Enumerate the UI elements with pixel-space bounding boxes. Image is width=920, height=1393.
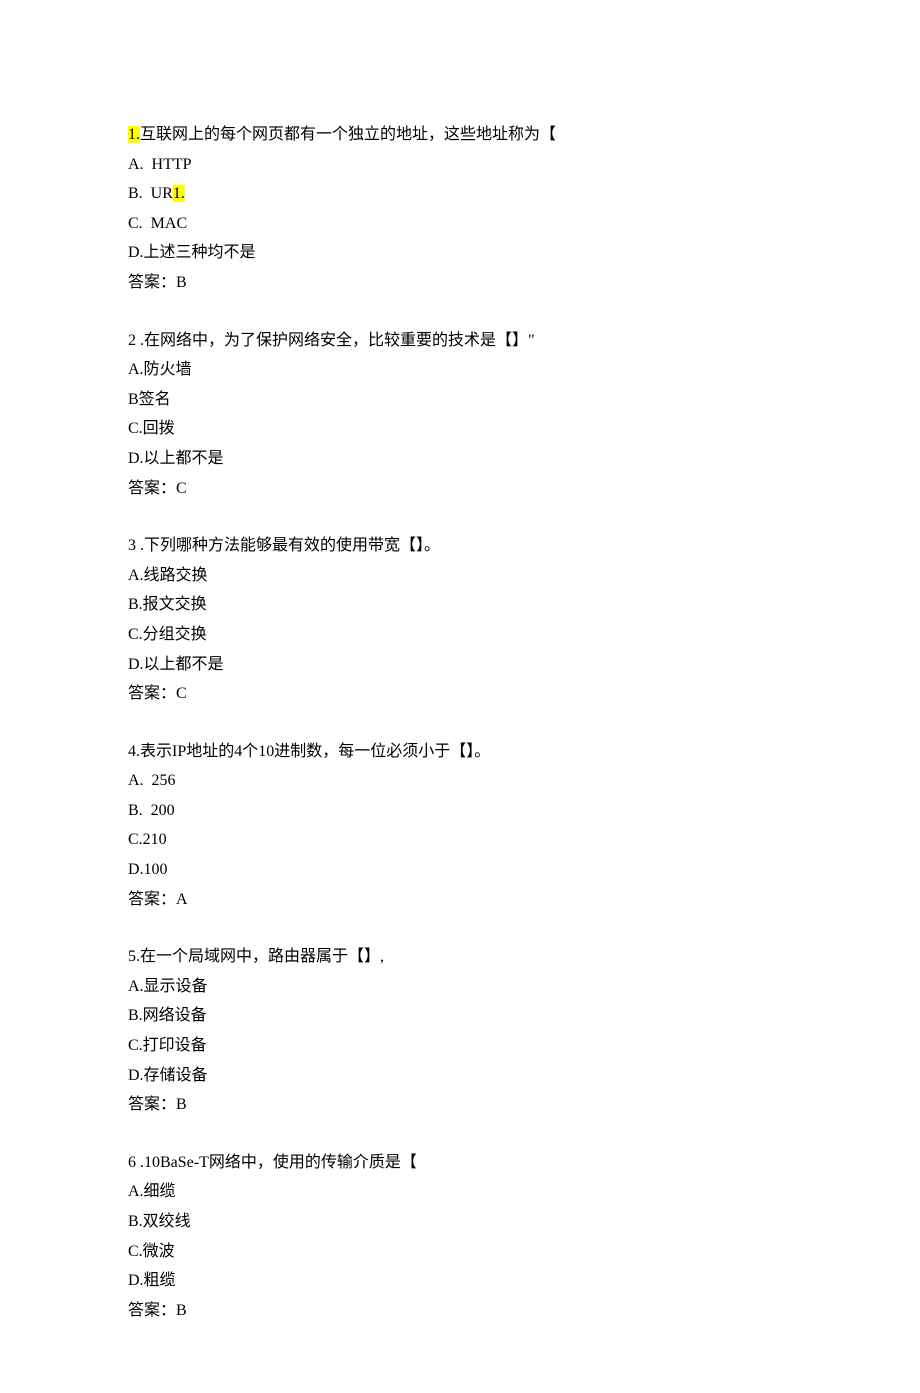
option-text: A.防火墙 xyxy=(128,361,192,378)
option-text: B. 200 xyxy=(128,802,175,819)
option-text: C.210 xyxy=(128,831,167,848)
question-text: 表示IP地址的4个10进制数，每一位必须小于【】。 xyxy=(140,743,490,760)
question-block: 1.互联网上的每个网页都有一个独立的地址，这些地址称为【A. HTTPB. UR… xyxy=(128,120,792,298)
option-text: C.打印设备 xyxy=(128,1037,207,1054)
option-text: A.细缆 xyxy=(128,1183,176,1200)
answer-line: 答案：B xyxy=(128,1296,792,1326)
answer-line: 答案：A xyxy=(128,885,792,915)
question-number-highlight: 1. xyxy=(128,126,140,143)
question-stem: 1.互联网上的每个网页都有一个独立的地址，这些地址称为【 xyxy=(128,120,792,150)
option-line: C.210 xyxy=(128,825,792,855)
option-line: B. 200 xyxy=(128,796,792,826)
option-text: B.双绞线 xyxy=(128,1213,191,1230)
question-text: 互联网上的每个网页都有一个独立的地址，这些地址称为【 xyxy=(140,126,556,143)
question-stem: 4.表示IP地址的4个10进制数，每一位必须小于【】。 xyxy=(128,737,792,767)
answer-line: 答案：B xyxy=(128,268,792,298)
option-text: A. HTTP xyxy=(128,156,192,173)
answer-line: 答案：C xyxy=(128,474,792,504)
question-number: 4. xyxy=(128,743,140,760)
option-line: D.存储设备 xyxy=(128,1061,792,1091)
option-text: D.100 xyxy=(128,861,168,878)
option-text: B.报文交换 xyxy=(128,596,207,613)
option-line: A.线路交换 xyxy=(128,561,792,591)
option-text-highlight: 1. xyxy=(173,185,185,202)
question-number: 5. xyxy=(128,948,140,965)
option-line: A.显示设备 xyxy=(128,972,792,1002)
option-line: C.分组交换 xyxy=(128,620,792,650)
question-text: 在一个局域网中，路由器属于【】, xyxy=(140,948,384,965)
option-line: C.微波 xyxy=(128,1237,792,1267)
question-block: 5.在一个局域网中，路由器属于【】, A.显示设备 B.网络设备 C.打印设备 D.存储… xyxy=(128,942,792,1120)
question-block: 3 .下列哪种方法能够最有效的使用带宽【】。 A.线路交换 B.报文交换 C.分组交换… xyxy=(128,531,792,709)
question-text: 10BaSe-T网络中，使用的传输介质是【 xyxy=(144,1154,417,1171)
question-number: 6 . xyxy=(128,1154,144,1171)
option-text: D.粗缆 xyxy=(128,1272,176,1289)
option-text: C.分组交换 xyxy=(128,626,207,643)
question-text: 下列哪种方法能够最有效的使用带宽【】。 xyxy=(144,537,440,554)
option-line: B签名 xyxy=(128,385,792,415)
question-stem: 5.在一个局域网中，路由器属于【】, xyxy=(128,942,792,972)
option-line: B.网络设备 xyxy=(128,1001,792,1031)
option-text: D.上述三种均不是 xyxy=(128,244,256,261)
question-stem: 3 .下列哪种方法能够最有效的使用带宽【】。 xyxy=(128,531,792,561)
option-line: A.防火墙 xyxy=(128,355,792,385)
option-line: D.以上都不是 xyxy=(128,444,792,474)
option-line: A. 256 xyxy=(128,766,792,796)
option-text: B.网络设备 xyxy=(128,1007,207,1024)
option-line: D.以上都不是 xyxy=(128,650,792,680)
option-text-pre: B. UR xyxy=(128,185,173,202)
option-text: D.以上都不是 xyxy=(128,450,224,467)
option-line: C. MAC xyxy=(128,209,792,239)
option-text: A.显示设备 xyxy=(128,978,208,995)
question-block: 2 .在网络中，为了保护网络安全，比较重要的技术是【】" A.防火墙 B签名 C.回拨… xyxy=(128,326,792,504)
option-text: D.以上都不是 xyxy=(128,656,224,673)
option-line: A.细缆 xyxy=(128,1177,792,1207)
question-block: 6 .10BaSe-T网络中，使用的传输介质是【 A.细缆 B.双绞线 C.微波 D.粗… xyxy=(128,1148,792,1326)
answer-line: 答案：C xyxy=(128,679,792,709)
option-line: A. HTTP xyxy=(128,150,792,180)
option-line: D.100 xyxy=(128,855,792,885)
option-line: B.报文交换 xyxy=(128,590,792,620)
question-text: 在网络中，为了保护网络安全，比较重要的技术是【】" xyxy=(144,332,535,349)
option-text: D.存储设备 xyxy=(128,1067,208,1084)
option-line: C.回拨 xyxy=(128,414,792,444)
document-body: 1.互联网上的每个网页都有一个独立的地址，这些地址称为【A. HTTPB. UR… xyxy=(128,120,792,1325)
question-stem: 6 .10BaSe-T网络中，使用的传输介质是【 xyxy=(128,1148,792,1178)
option-line: C.打印设备 xyxy=(128,1031,792,1061)
option-text: B签名 xyxy=(128,391,171,408)
option-text: C. MAC xyxy=(128,215,187,232)
option-text: C.回拨 xyxy=(128,420,175,437)
option-line: D.上述三种均不是 xyxy=(128,238,792,268)
question-block: 4.表示IP地址的4个10进制数，每一位必须小于【】。 A. 256 B. 200 C… xyxy=(128,737,792,915)
question-number: 3 . xyxy=(128,537,144,554)
option-text: A.线路交换 xyxy=(128,567,208,584)
option-text: C.微波 xyxy=(128,1243,175,1260)
option-line: D.粗缆 xyxy=(128,1266,792,1296)
answer-line: 答案：B xyxy=(128,1090,792,1120)
option-line: B. UR1. xyxy=(128,179,792,209)
question-stem: 2 .在网络中，为了保护网络安全，比较重要的技术是【】" xyxy=(128,326,792,356)
question-number: 2 . xyxy=(128,332,144,349)
option-line: B.双绞线 xyxy=(128,1207,792,1237)
option-text: A. 256 xyxy=(128,772,176,789)
